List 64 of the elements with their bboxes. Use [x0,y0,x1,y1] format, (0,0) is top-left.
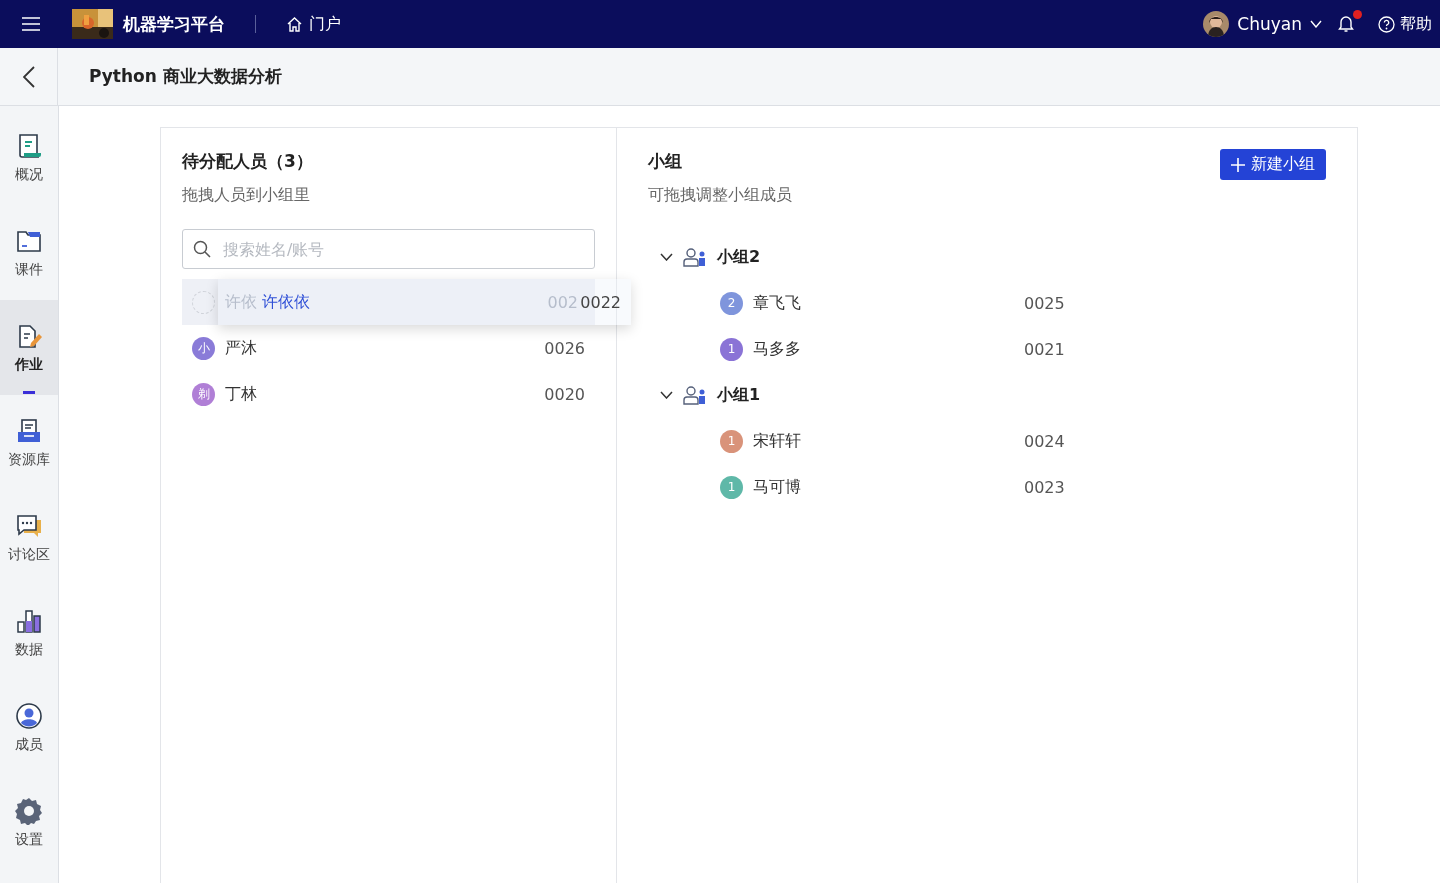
search-icon [193,240,211,258]
sidebar-item[interactable]: 作业 [0,300,58,395]
help-icon [1378,15,1395,33]
search-field[interactable]: 搜索姓名/账号 [182,229,595,269]
member-account: 0020 [544,384,585,404]
help-link[interactable]: 帮助 [1378,13,1432,35]
member-name: 丁林 [225,383,258,405]
platform-name: 机器学习平台 [123,12,225,36]
member-account: 0023 [1024,477,1065,497]
group-name: 小组1 [717,384,761,406]
member-name: 章飞飞 [753,292,802,314]
member-account: 0024 [1024,431,1065,451]
member-avatar: 1 [720,429,743,453]
sidebar-item[interactable]: 数据 [0,585,58,680]
active-indicator [23,391,35,394]
menu-icon[interactable] [22,17,40,31]
member-name: 宋轩轩 [753,430,802,452]
sidebar-item[interactable]: 概况 [0,110,58,205]
member-name: 严沐 [225,337,258,359]
sidebar-item[interactable]: 课件 [0,205,58,300]
section-subtitle: 拖拽人员到小组里 [182,185,311,206]
member-row[interactable]: 1 宋轩轩 0024 [648,418,1326,464]
people-icon [683,247,707,267]
member-avatar: 2 [720,291,743,315]
member-row[interactable]: 1 马多多 0021 [648,326,1326,372]
member-row[interactable]: 剃 丁林 0020 [182,371,595,417]
people-icon [683,385,707,405]
member-avatar: 小 [192,336,215,360]
sidebar-item[interactable]: 资源库 [0,395,58,490]
section-subtitle: 可拖拽调整小组成员 [648,185,792,206]
sidebar-item[interactable]: 设置 [0,775,58,870]
member-account: 0026 [544,338,585,358]
member-account: 0021 [1024,339,1065,359]
member-name: 马多多 [753,338,802,360]
portal-link[interactable]: 门户 [286,13,341,35]
section-title: 小组 [648,150,683,173]
tray-document-icon [15,416,43,445]
chevron-down-icon[interactable] [660,391,673,399]
sidebar-item[interactable]: 讨论区 [0,490,58,585]
member-row[interactable]: 2 章飞飞 0025 [648,280,1326,326]
member-account: 0022 [580,292,621,312]
member-avatar: 剃 [192,382,215,406]
user-circle-icon [15,701,43,730]
new-group-button[interactable]: 新建小组 [1220,149,1326,180]
member-avatar: 1 [720,337,743,361]
member-account: 0025 [1024,293,1065,313]
member-avatar: 1 [720,475,743,499]
bell-icon[interactable] [1338,14,1354,32]
section-title: 待分配人员（3） [182,150,314,173]
back-icon[interactable] [22,65,35,88]
course-title: Python 商业大数据分析 [89,65,282,88]
user-menu[interactable]: Chuyan [1203,11,1322,37]
settings-icon [15,796,43,825]
plus-icon [1231,157,1245,172]
search-input[interactable]: 搜索姓名/账号 [221,238,584,260]
member-name: 许依依 [262,291,310,313]
group-name: 小组2 [717,246,761,268]
chevron-down-icon[interactable] [660,253,673,261]
sidebar-item[interactable]: 成员 [0,680,58,775]
member-row[interactable]: 1 马可博 0023 [648,464,1326,510]
home-icon [286,15,303,33]
member-name: 马可博 [753,476,802,498]
caret-icon [1310,20,1322,28]
member-row[interactable]: 小 严沐 0026 [182,325,595,371]
